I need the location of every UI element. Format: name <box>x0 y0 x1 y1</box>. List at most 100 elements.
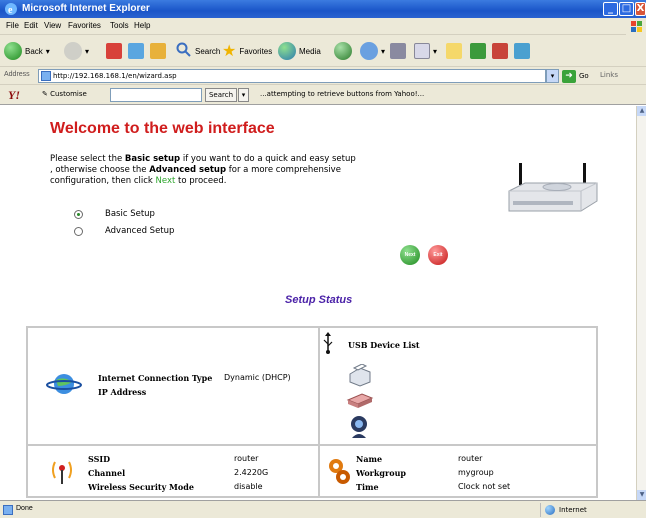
router-image <box>508 163 598 212</box>
zone-label: Internet <box>559 506 587 514</box>
page-content: Welcome to the web interface Please sele… <box>0 106 636 500</box>
home-icon <box>150 43 166 59</box>
page-title: Welcome to the web interface <box>50 120 275 137</box>
next-button[interactable]: Next <box>400 245 420 265</box>
usb-device-list-title: USB Device List <box>348 340 420 350</box>
people-button[interactable] <box>514 41 530 61</box>
stop-icon <box>106 43 122 59</box>
stop-button[interactable] <box>106 41 122 61</box>
minimize-button[interactable]: _ <box>603 2 618 16</box>
media-label: Media <box>299 46 321 56</box>
usb-cell: USB Device List <box>319 327 597 445</box>
chevron-down-icon: ▾ <box>241 91 246 99</box>
yahoo-toolbar: Y! ✎ Customise Search ▾ ...attempting to… <box>0 85 646 105</box>
address-url: http://192.168.168.1/en/wizard.asp <box>53 72 177 80</box>
scroll-down-button[interactable]: ▼ <box>637 490 646 500</box>
media-button[interactable]: Media <box>278 41 321 61</box>
system-cell: Name router Workgroup mygroup Time Clock… <box>319 445 597 497</box>
print-button[interactable] <box>390 41 406 61</box>
page-done-icon <box>3 505 13 515</box>
menu-edit[interactable]: Edit <box>24 21 38 30</box>
edit-button[interactable]: ▾ <box>414 41 437 61</box>
refresh-icon <box>128 43 144 59</box>
time-label: Time <box>356 482 379 492</box>
messenger-button[interactable] <box>470 41 486 61</box>
go-button[interactable]: ➜ Go <box>562 69 589 83</box>
security-mode-label: Wireless Security Mode <box>88 482 194 492</box>
intro-basic-bold: Basic setup <box>124 154 181 164</box>
favorites-button[interactable]: ★ Favorites <box>222 41 272 61</box>
wireless-cell: SSID router Channel 2.4220G Wireless Sec… <box>27 445 319 497</box>
menu-bar: File Edit View Favorites Tools Help <box>0 18 646 35</box>
customise-button[interactable]: ✎ Customise <box>42 90 87 98</box>
tools-button[interactable] <box>492 41 508 61</box>
intro-part: to proceed. <box>175 176 227 186</box>
mail-button[interactable]: ▾ <box>360 41 385 61</box>
workgroup-value: mygroup <box>458 468 494 477</box>
history-button[interactable] <box>334 41 352 61</box>
menu-favorites[interactable]: Favorites <box>68 21 101 30</box>
option-basic-setup[interactable]: Basic Setup <box>74 209 155 219</box>
internet-globe-icon <box>46 374 82 394</box>
menu-tools[interactable]: Tools <box>110 21 129 30</box>
name-label: Name <box>356 454 383 464</box>
back-button[interactable]: Back ▾ <box>4 41 50 61</box>
yahoo-logo[interactable]: Y! <box>8 88 20 103</box>
toolbar: Back ▾ ▾ Search ★ Favorites Media ▾ ▾ <box>0 35 646 67</box>
close-button[interactable]: X <box>635 2 646 16</box>
chevron-down-icon: ▾ <box>381 46 386 56</box>
time-value: Clock not set <box>458 482 511 491</box>
maximize-button[interactable]: □ <box>619 2 634 16</box>
option-advanced-setup[interactable]: Advanced Setup <box>74 226 174 236</box>
printer-icon <box>349 364 371 387</box>
intro-text: Please select the Basic setup if you wan… <box>50 154 400 187</box>
basic-setup-radio[interactable] <box>74 209 83 219</box>
search-button[interactable]: Search <box>176 41 220 61</box>
advanced-setup-radio[interactable] <box>74 226 83 236</box>
security-mode-value: disable <box>234 482 263 491</box>
status-bar: Done Internet <box>0 500 646 518</box>
address-input[interactable]: http://192.168.168.1/en/wizard.asp <box>38 69 546 83</box>
mail-icon <box>360 42 378 60</box>
chevron-down-icon: ▾ <box>45 46 50 56</box>
webcam-icon <box>351 416 367 438</box>
usb-icon <box>323 332 333 354</box>
yahoo-search-button[interactable]: Search <box>205 88 237 102</box>
internet-cell: Internet Connection Type Dynamic (DHCP) … <box>27 327 319 445</box>
menu-view[interactable]: View <box>44 21 61 30</box>
menu-file[interactable]: File <box>6 21 19 30</box>
media-icon <box>278 42 296 60</box>
forward-button[interactable]: ▾ <box>64 41 89 61</box>
links-label[interactable]: Links <box>600 71 618 79</box>
yahoo-search-input[interactable] <box>110 88 202 102</box>
scroll-up-button[interactable]: ▲ <box>637 106 646 116</box>
setup-status-table: Internet Connection Type Dynamic (DHCP) … <box>26 326 598 498</box>
intro-part: for a more comprehensive <box>226 165 341 175</box>
chevron-down-icon: ▾ <box>433 46 438 56</box>
menu-help[interactable]: Help <box>134 21 150 30</box>
refresh-button[interactable] <box>128 41 144 61</box>
intro-part: Please select the <box>50 154 125 164</box>
vertical-scrollbar[interactable]: ▲ ▼ <box>636 106 646 500</box>
messenger-icon <box>470 43 486 59</box>
address-dropdown-button[interactable]: ▾ <box>546 69 559 83</box>
favorites-label: Favorites <box>239 46 273 56</box>
windows-logo-icon <box>626 18 646 35</box>
ssid-value: router <box>234 454 259 463</box>
back-label: Back <box>25 46 43 56</box>
search-icon <box>176 42 192 60</box>
folder-button[interactable] <box>446 41 462 61</box>
customise-label: Customise <box>50 90 87 98</box>
exit-button[interactable]: Exit <box>428 245 448 265</box>
window-titlebar: e Microsoft Internet Explorer _ □ X <box>0 0 646 18</box>
pencil-icon: ✎ <box>42 90 48 98</box>
folder-icon <box>446 43 462 59</box>
wireless-antenna-icon <box>52 461 72 484</box>
history-icon <box>334 42 352 60</box>
gears-icon <box>329 459 350 484</box>
back-arrow-icon <box>4 42 22 60</box>
yahoo-search-dropdown[interactable]: ▾ <box>238 88 249 102</box>
home-button[interactable] <box>150 41 166 61</box>
print-icon <box>390 43 406 59</box>
setup-status-title: Setup Status <box>285 294 353 306</box>
